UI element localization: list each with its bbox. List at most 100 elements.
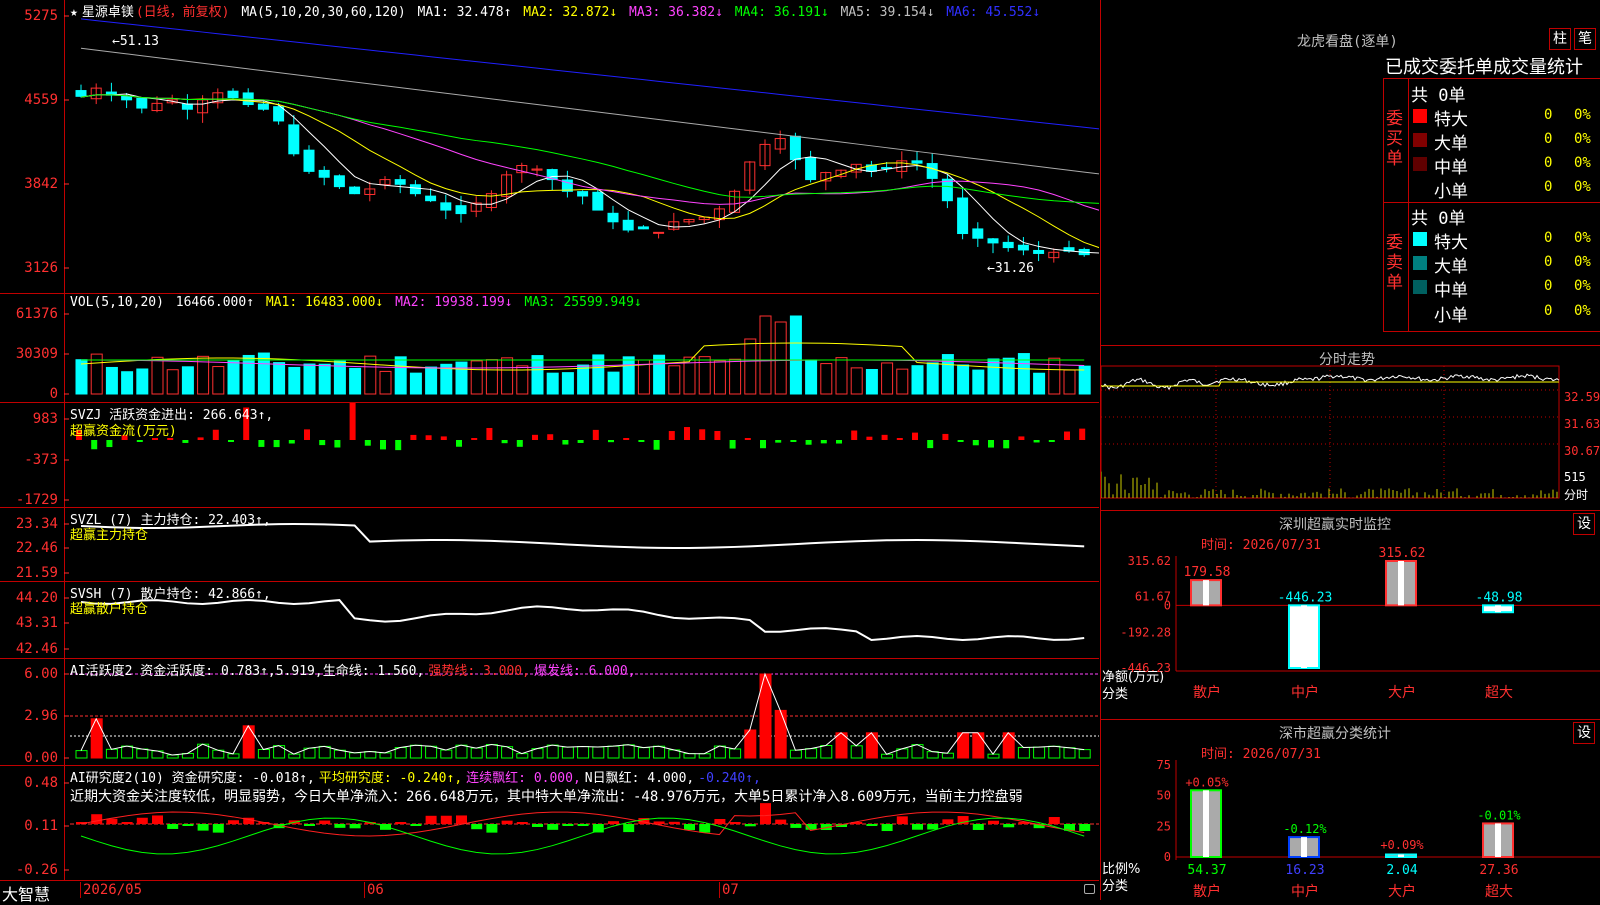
volume-bar (288, 366, 301, 395)
volume-bar (987, 358, 1000, 395)
sz-bar-label: -446.23 (1278, 590, 1333, 605)
ai-research-bar (699, 824, 711, 833)
candle-body (1002, 241, 1014, 249)
candle-body (333, 175, 345, 188)
volume-panel[interactable]: 61376 30309 0 VOL(5,10,20) 16466.000↑ MA… (0, 294, 1099, 403)
sz-category-label: 中户 (1291, 684, 1319, 701)
fund-flow-bar (1033, 440, 1040, 443)
date-axis: 大智慧 2026/05 06 07 (0, 881, 1099, 904)
candlestick-chart[interactable] (0, 0, 1099, 293)
volume-bar (561, 372, 574, 395)
volume-bar (622, 356, 635, 395)
ai-research-bar (623, 824, 635, 833)
ai-research-bar (121, 822, 133, 824)
ai-research-bar (1079, 824, 1091, 832)
fund-flow-bar (592, 429, 599, 440)
fund-flow-bar (638, 440, 645, 442)
ai-activity-bar (607, 745, 620, 759)
price-panel[interactable]: 5275 4559 3842 3126 ★ 星源卓镁 (日线，前复权) MA(5,1… (0, 0, 1099, 294)
volume-bar (485, 359, 498, 395)
volume-bar (835, 357, 848, 395)
ai-research-bar (456, 815, 467, 824)
fund-flow-bar (136, 440, 143, 442)
ai-research-bar (714, 818, 726, 824)
ai-activity-panel[interactable]: 6.00 2.96 0.00 AI活跃度2 资金活跃度: 0.783↑,5.91… (0, 659, 1099, 766)
ai-research-bar (729, 822, 741, 824)
fund-flow-bar (577, 440, 584, 443)
volume-chart[interactable] (0, 294, 1099, 402)
lhb-subtitle: 已成交委托单成交量统计 (1385, 57, 1583, 78)
volume-bar (379, 370, 392, 395)
candle-body (440, 202, 452, 211)
sc-change-label: -0.12% (1283, 822, 1327, 836)
main-position-panel[interactable]: 23.34 22.46 21.59 SVZL (7) 主力持仓: 22.403↑… (0, 508, 1099, 582)
volume-bar (759, 315, 772, 395)
ai-activity-bar (546, 744, 559, 759)
fund-flow-bar (942, 433, 949, 440)
ma-value: MA5: 39.154↓ (840, 5, 935, 20)
fund-flow-bar (182, 440, 189, 443)
fund-flow-bar (623, 438, 630, 440)
ai-activity-bar (227, 753, 240, 759)
row-value: 0 (1544, 303, 1553, 319)
sc-category-label: 中户 (1291, 883, 1319, 900)
ai-activity-bar (242, 725, 255, 759)
row-pct: 0% (1574, 107, 1591, 123)
retail-position-panel[interactable]: 44.20 43.31 42.46 SVSH (7) 散户持仓: 42.866↑… (0, 582, 1099, 659)
intraday-panel[interactable]: 分时走势 32.59 31.63 30.67 515 分时 (1100, 346, 1600, 511)
fund-flow-bar (684, 427, 690, 440)
volume-bar (592, 354, 605, 395)
fund-flow-bar (988, 440, 994, 448)
ai-research-bar (471, 824, 483, 830)
candle-body (941, 178, 953, 202)
ai-research-bar (425, 815, 437, 824)
sc-ratio-chart[interactable]: 75 50 25 0 +0.05% 54.37 散户 -0.12% 16.23 中户 +0.09% 2… (1101, 720, 1600, 900)
fund-flow-bar (425, 435, 432, 440)
volume-bar (713, 360, 726, 395)
volume-bar (501, 357, 514, 395)
volume-bar (850, 367, 863, 395)
volume-ma3: MA3: 25599.949↓ (524, 295, 642, 310)
ai-research-bar (760, 803, 771, 824)
volume-bar (820, 363, 833, 395)
sc-value-label: 27.36 (1479, 863, 1518, 878)
fund-flow-panel[interactable]: 983 -373 -1729 SVZJ 活跃资金进出: 266.643↑, 超赢… (0, 403, 1099, 508)
stock-name[interactable]: 星源卓镁 (82, 5, 134, 20)
lock-icon[interactable] (1084, 884, 1095, 894)
ai-activity-bar (75, 750, 88, 759)
fund-flow-bar (836, 440, 842, 444)
volume-bar (911, 365, 924, 395)
volume-bar (957, 364, 970, 395)
candle-body (926, 163, 938, 179)
ai-research-bar (881, 824, 893, 832)
volume-bar (121, 371, 134, 395)
sz-net-chart[interactable]: 315.6261.670-192.28-446.23179.58散户-446.2… (1101, 511, 1600, 719)
sc-change-label: +0.09% (1380, 838, 1424, 852)
fund-flow-bar (395, 440, 402, 451)
row-name: 大单 (1434, 257, 1468, 277)
sc-value-label: 2.04 (1386, 863, 1417, 878)
ai-research-bar (912, 824, 923, 830)
ai-research-header: AI研究度2(10) 资金研究度: -0.018↑, 平均研究度: -0.240↑… (70, 767, 765, 786)
ai-research-panel[interactable]: 0.48 0.11 -0.26 AI研究度2(10) 资金研究度: -0.018… (0, 766, 1099, 881)
volume-bar (455, 361, 468, 395)
ai-activity-bar (121, 745, 134, 759)
intraday-chart[interactable] (1101, 346, 1600, 510)
column-mode-button[interactable]: 柱 (1549, 28, 1571, 50)
fund-flow-bar (1018, 436, 1025, 440)
app-logo: 大智慧 (2, 885, 51, 904)
tick-mode-button[interactable]: 笔 (1574, 28, 1596, 50)
ai-research-bar (228, 820, 239, 824)
side-column-divider (1408, 79, 1409, 331)
ai-activity-bar (425, 745, 438, 759)
row-name: 特大 (1434, 110, 1468, 130)
candle-body (789, 135, 801, 161)
volume-bar (668, 365, 681, 395)
n-day-red-label: N日飘红: 4.000, (584, 771, 695, 786)
candle-body (181, 103, 193, 110)
sc-category-label: 超大 (1485, 884, 1513, 900)
fund-flow-bar (1003, 440, 1010, 449)
ai-research-bar (896, 816, 908, 824)
ma-value: MA2: 32.872↓ (523, 5, 618, 20)
fund-flow-bar (760, 440, 766, 449)
